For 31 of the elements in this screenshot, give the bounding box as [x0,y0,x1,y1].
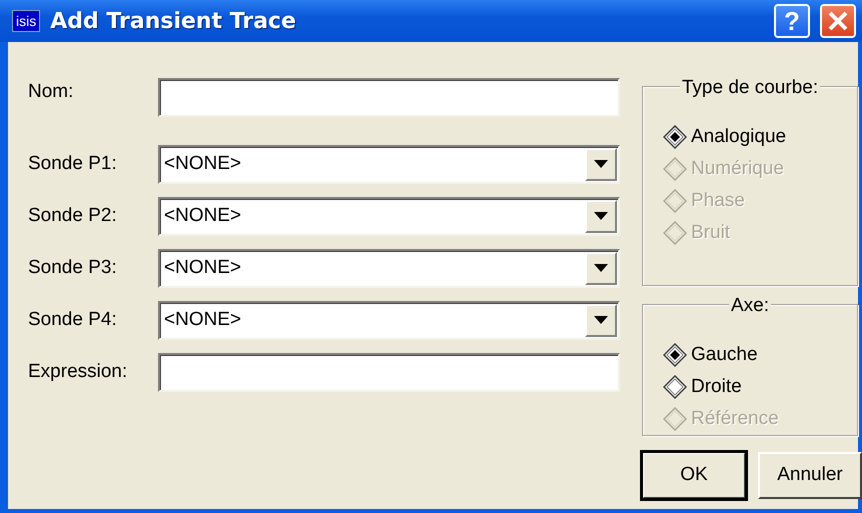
group-title: Type de courbe: [680,77,820,98]
radio-option: Phase [663,185,857,217]
help-button[interactable]: ? [774,4,810,38]
radio-option: Bruit [663,217,857,249]
close-button[interactable] [820,4,856,38]
radio-option[interactable]: Gauche [663,339,857,371]
window-title: Add Transient Trace [50,8,298,36]
field-label: Sonde P4: [28,308,118,332]
caret-icon [594,264,608,272]
input-field[interactable] [158,352,620,392]
field-label: Expression: [28,360,128,384]
radio-option[interactable]: Analogique [663,121,857,153]
dialog-button[interactable]: Annuler [758,452,862,499]
input-field[interactable] [158,78,620,117]
field-label: Sonde P2: [28,204,118,228]
caret-icon [594,212,608,220]
caret-icon [594,160,608,168]
dialog-button[interactable]: OK [642,452,746,499]
dropdown[interactable]: <NONE> [158,300,620,340]
dropdown[interactable]: <NONE> [158,196,620,236]
radio-option[interactable]: Droite [663,371,857,403]
field-label: Sonde P1: [28,152,118,176]
dropdown[interactable]: <NONE> [158,248,620,288]
field-label: Sonde P3: [28,256,118,280]
app-icon: isis [12,10,40,32]
close-icon [827,10,849,32]
radio-option: Numérique [663,153,857,185]
field-label: Nom: [28,80,74,104]
dropdown[interactable]: <NONE> [158,144,620,184]
caret-icon [594,316,608,324]
radio-option: Référence [663,403,857,435]
